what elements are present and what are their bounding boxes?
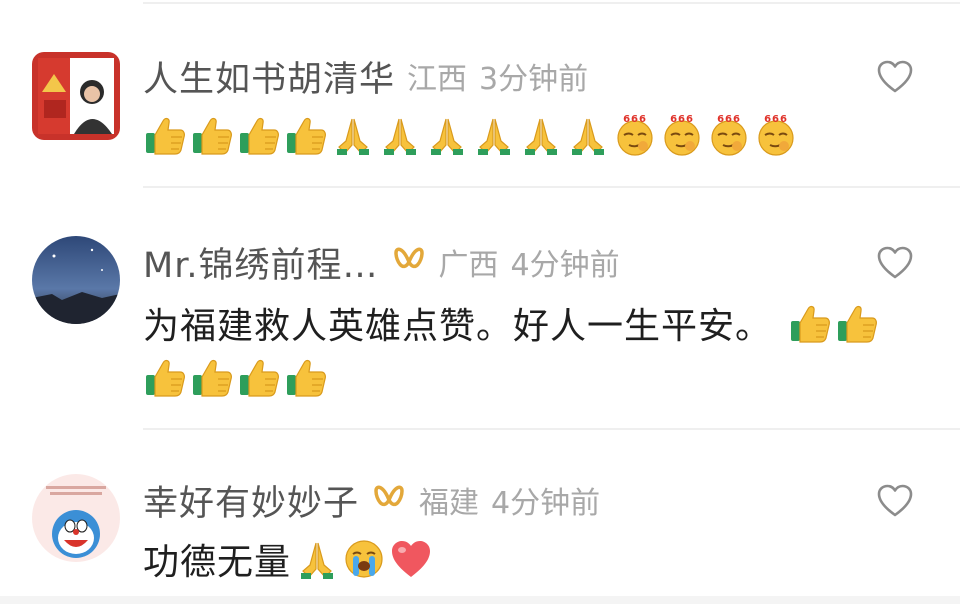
666-face-emoji-icon: 666 (754, 113, 798, 157)
comment-text: 功德无量 (143, 542, 292, 583)
comment-item: 人生如书胡清华 江西 3分钟前 666 666 666 666 (0, 52, 960, 182)
avatar[interactable] (32, 52, 120, 140)
thumbs-up-emoji-icon (190, 355, 234, 399)
username[interactable]: Mr.锦绣前程… (143, 237, 379, 288)
thumbs-up-emoji-icon (835, 301, 879, 345)
heart-outline-icon[interactable] (877, 484, 913, 518)
folded-hands-emoji-icon (566, 113, 610, 157)
folded-hands-emoji-icon (295, 537, 339, 581)
comment-item: 幸好有妙妙子 福建 4分钟前 功德无量 (0, 468, 960, 598)
timestamp: 4分钟前 (510, 248, 620, 283)
emoji-group (295, 537, 436, 581)
svg-text:666: 666 (764, 114, 788, 125)
thumbs-up-emoji-icon (284, 113, 328, 157)
comment-header: Mr.锦绣前程… 广西 4分钟前 (143, 240, 620, 286)
folded-hands-emoji-icon (378, 113, 422, 157)
username[interactable]: 人生如书胡清华 (143, 51, 395, 102)
emoji-line: 666 666 666 666 (143, 110, 801, 160)
username[interactable]: 幸好有妙妙子 (143, 475, 359, 526)
666-face-emoji-icon: 666 (660, 113, 704, 157)
comment-divider (143, 428, 960, 430)
vip-badge-icon (371, 483, 407, 517)
vip-badge-icon (391, 245, 427, 279)
region-label: 广西 (438, 248, 499, 283)
folded-hands-emoji-icon (425, 113, 469, 157)
avatar[interactable] (32, 474, 120, 562)
svg-text:666: 666 (623, 114, 647, 125)
thumbs-up-emoji-icon (788, 301, 832, 345)
folded-hands-emoji-icon (331, 113, 375, 157)
thumbs-up-emoji-icon (143, 355, 187, 399)
emoji-group (788, 301, 882, 345)
666-face-emoji-icon: 666 (707, 113, 751, 157)
top-divider (143, 2, 960, 4)
thumbs-up-emoji-icon (284, 355, 328, 399)
region-label: 江西 (407, 62, 468, 97)
heart-outline-icon[interactable] (877, 60, 913, 94)
comment-text-line: 功德无量 (143, 534, 436, 584)
thumbs-up-emoji-icon (190, 113, 234, 157)
folded-hands-emoji-icon (472, 113, 516, 157)
comment-divider (143, 186, 960, 188)
folded-hands-emoji-icon (519, 113, 563, 157)
comment-item: Mr.锦绣前程… 广西 4分钟前 为福建救人英雄点赞。好人一生平安。 (0, 228, 960, 418)
comment-text-line: 为福建救人英雄点赞。好人一生平安。 (143, 298, 882, 348)
red-heart-emoji-icon (389, 537, 433, 581)
thumbs-up-emoji-icon (143, 113, 187, 157)
timestamp: 4分钟前 (491, 486, 601, 521)
thumbs-up-emoji-icon (237, 113, 281, 157)
comment-header: 幸好有妙妙子 福建 4分钟前 (143, 478, 601, 524)
thumbs-up-emoji-icon (237, 355, 281, 399)
comment-text: 为福建救人英雄点赞。好人一生平安。 (143, 306, 773, 347)
crying-face-emoji-icon (342, 537, 386, 581)
region-label: 福建 (419, 486, 480, 521)
comment-header: 人生如书胡清华 江西 3分钟前 (143, 54, 589, 100)
svg-text:666: 666 (670, 114, 694, 125)
666-face-emoji-icon: 666 (613, 113, 657, 157)
svg-text:666: 666 (717, 114, 741, 125)
avatar[interactable] (32, 236, 120, 324)
heart-outline-icon[interactable] (877, 246, 913, 280)
emoji-line (143, 352, 331, 402)
bottom-bar (0, 596, 960, 604)
timestamp: 3分钟前 (479, 62, 589, 97)
